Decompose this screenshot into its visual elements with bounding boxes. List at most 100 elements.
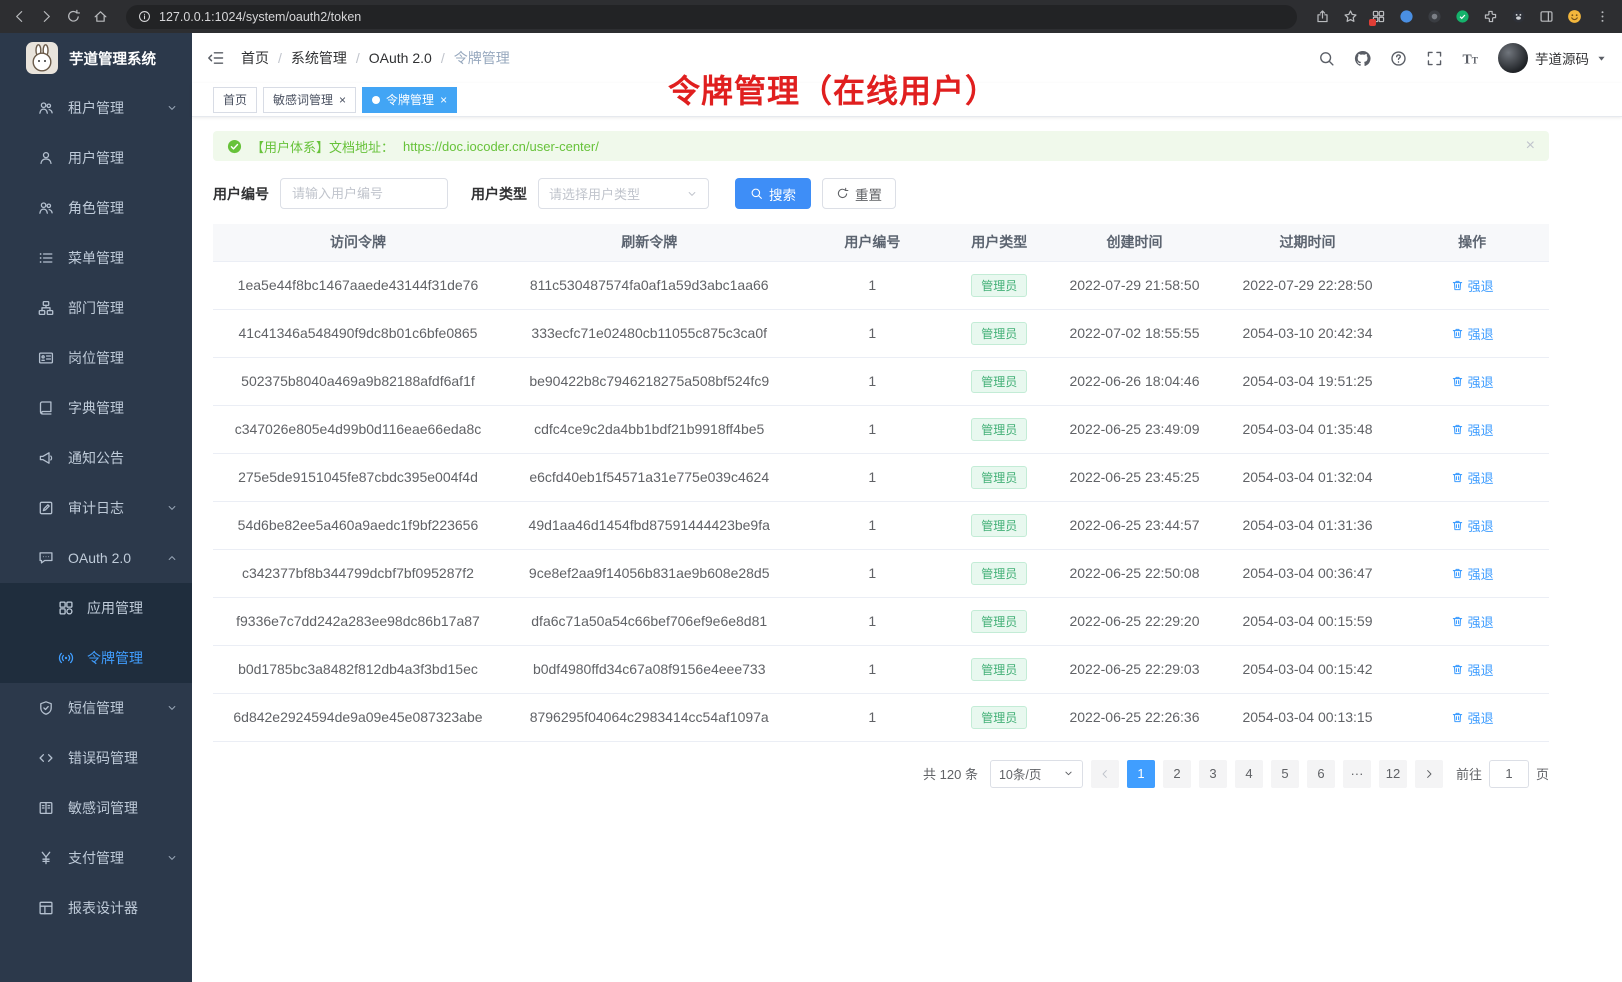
page-button-6[interactable]: 6 xyxy=(1307,760,1335,788)
table-row: b0d1785bc3a8482f812db4a3f3bd15ecb0df4980… xyxy=(213,645,1549,693)
site-info-icon[interactable] xyxy=(138,10,151,23)
sidebar-item-pay[interactable]: 支付管理 xyxy=(0,833,192,883)
doc-link[interactable]: https://doc.iocoder.cn/user-center/ xyxy=(403,139,599,154)
sidebar-item-audit-log[interactable]: 审计日志 xyxy=(0,483,192,533)
next-page-button[interactable] xyxy=(1415,760,1443,788)
force-logout-button[interactable]: 强退 xyxy=(1451,612,1494,631)
table-row: c347026e805e4d99b0d116eae66eda8ccdfc4ce9… xyxy=(213,405,1549,453)
sidebar-item-dict[interactable]: 字典管理 xyxy=(0,383,192,433)
sidebar-item-report-designer[interactable]: 报表设计器 xyxy=(0,883,192,933)
sidebar-item-label: 短信管理 xyxy=(68,698,124,718)
force-logout-label: 强退 xyxy=(1468,468,1494,487)
search-button[interactable]: 搜索 xyxy=(735,178,811,209)
browser-back-icon[interactable] xyxy=(12,9,27,24)
navbar-icon-group: TT xyxy=(1318,50,1479,67)
breadcrumb-item[interactable]: OAuth 2.0 xyxy=(369,50,432,66)
menu-list-icon xyxy=(38,250,54,266)
prev-page-button[interactable] xyxy=(1091,760,1119,788)
tab-sensitive-word[interactable]: 敏感词管理× xyxy=(263,87,356,113)
force-logout-button[interactable]: 强退 xyxy=(1451,468,1494,487)
token-table: 访问令牌刷新令牌用户编号用户类型创建时间过期时间操作 1ea5e44f8bc14… xyxy=(213,224,1549,742)
user-type-badge: 管理员 xyxy=(971,562,1027,585)
page-button-12[interactable]: 12 xyxy=(1379,760,1407,788)
extension-icon[interactable] xyxy=(1427,9,1442,24)
extension-icon[interactable] xyxy=(1455,9,1470,24)
force-logout-button[interactable]: 强退 xyxy=(1451,276,1494,295)
browser-reload-icon[interactable] xyxy=(66,9,81,24)
user-type-badge: 管理员 xyxy=(971,274,1027,297)
tab-close-icon[interactable]: × xyxy=(339,94,346,106)
sidebar-collapse-icon[interactable] xyxy=(207,49,225,67)
chevron-down-icon xyxy=(166,702,178,714)
sidebar-item-role[interactable]: 角色管理 xyxy=(0,183,192,233)
share-icon[interactable] xyxy=(1315,9,1330,24)
sidebar-item-notice[interactable]: 通知公告 xyxy=(0,433,192,483)
reset-button[interactable]: 重置 xyxy=(822,178,896,209)
force-logout-button[interactable]: 强退 xyxy=(1451,420,1494,439)
sidebar-item-post[interactable]: 岗位管理 xyxy=(0,333,192,383)
text-size-icon[interactable]: TT xyxy=(1462,50,1479,67)
sidebar-item-sms[interactable]: 短信管理 xyxy=(0,683,192,733)
table-row: 41c41346a548490f9dc8b01c6bfe0865333ecfc7… xyxy=(213,309,1549,357)
page-button-2[interactable]: 2 xyxy=(1163,760,1191,788)
sidebar-item-dept[interactable]: 部门管理 xyxy=(0,283,192,333)
goto-page-input[interactable] xyxy=(1489,760,1529,788)
create-time-cell: 2022-06-25 22:29:03 xyxy=(1049,645,1219,693)
sidebar-item-menu[interactable]: 菜单管理 xyxy=(0,233,192,283)
sidebar-item-oauth2-token[interactable]: 令牌管理 xyxy=(0,633,192,683)
app-logo[interactable]: 芋道管理系统 xyxy=(0,33,192,83)
bookmark-star-icon[interactable] xyxy=(1343,9,1358,24)
alert-close-icon[interactable]: × xyxy=(1526,137,1535,155)
user-id-input[interactable] xyxy=(280,178,448,209)
extension-icon[interactable] xyxy=(1371,9,1386,24)
browser-home-icon[interactable] xyxy=(93,9,108,24)
page-button-1[interactable]: 1 xyxy=(1127,760,1155,788)
sidebar-item-sensitive-word[interactable]: 敏感词管理 xyxy=(0,783,192,833)
pager-more-button[interactable]: ··· xyxy=(1343,760,1371,788)
column-header: 用户类型 xyxy=(949,224,1049,261)
tab-token[interactable]: 令牌管理× xyxy=(362,87,457,113)
force-logout-button[interactable]: 强退 xyxy=(1451,708,1494,727)
fullscreen-icon[interactable] xyxy=(1426,50,1443,67)
sidebar-toggle-icon[interactable] xyxy=(1539,9,1554,24)
page-button-4[interactable]: 4 xyxy=(1235,760,1263,788)
user-menu[interactable]: 芋道源码 xyxy=(1498,43,1607,73)
sidebar-item-oauth2-application[interactable]: 应用管理 xyxy=(0,583,192,633)
tab-close-icon[interactable]: × xyxy=(440,94,447,106)
search-icon[interactable] xyxy=(1318,50,1335,67)
breadcrumb-item[interactable]: 系统管理 xyxy=(291,48,347,68)
tab-home[interactable]: 首页 xyxy=(213,87,257,113)
sidebar-item-user[interactable]: 用户管理 xyxy=(0,133,192,183)
notice-icon xyxy=(38,450,54,466)
access-token-cell: b0d1785bc3a8482f812db4a3f3bd15ec xyxy=(213,645,503,693)
delete-icon xyxy=(1451,567,1464,580)
force-logout-button[interactable]: 强退 xyxy=(1451,660,1494,679)
page-button-3[interactable]: 3 xyxy=(1199,760,1227,788)
force-logout-label: 强退 xyxy=(1468,420,1494,439)
extension-icon[interactable] xyxy=(1511,9,1526,24)
sidebar-item-label: 令牌管理 xyxy=(87,648,143,668)
address-bar[interactable]: 127.0.0.1:1024/system/oauth2/token xyxy=(126,5,1297,29)
help-icon[interactable] xyxy=(1390,50,1407,67)
browser-forward-icon[interactable] xyxy=(39,9,54,24)
expire-time-cell: 2054-03-04 19:51:25 xyxy=(1220,357,1396,405)
page-size-select[interactable]: 10条/页 xyxy=(990,760,1083,788)
user-type-select[interactable]: 请选择用户类型 xyxy=(538,178,709,209)
sidebar-item-label: 菜单管理 xyxy=(68,248,124,268)
page-button-5[interactable]: 5 xyxy=(1271,760,1299,788)
force-logout-button[interactable]: 强退 xyxy=(1451,516,1494,535)
extensions-puzzle-icon[interactable] xyxy=(1483,9,1498,24)
github-icon[interactable] xyxy=(1354,50,1371,67)
access-token-cell: 6d842e2924594de9a09e45e087323abe xyxy=(213,693,503,741)
extension-icon[interactable] xyxy=(1399,9,1414,24)
force-logout-button[interactable]: 强退 xyxy=(1451,372,1494,391)
force-logout-button[interactable]: 强退 xyxy=(1451,324,1494,343)
sidebar-item-oauth2[interactable]: OAuth 2.0 xyxy=(0,533,192,583)
profile-avatar-icon[interactable] xyxy=(1567,9,1582,24)
breadcrumb-item[interactable]: 首页 xyxy=(241,48,269,68)
force-logout-button[interactable]: 强退 xyxy=(1451,564,1494,583)
sidebar-item-error-code[interactable]: 错误码管理 xyxy=(0,733,192,783)
sidebar-item-tenant[interactable]: 租户管理 xyxy=(0,83,192,133)
navbar-tools: TT 芋道源码 xyxy=(1318,43,1607,73)
browser-menu-icon[interactable] xyxy=(1595,9,1610,24)
